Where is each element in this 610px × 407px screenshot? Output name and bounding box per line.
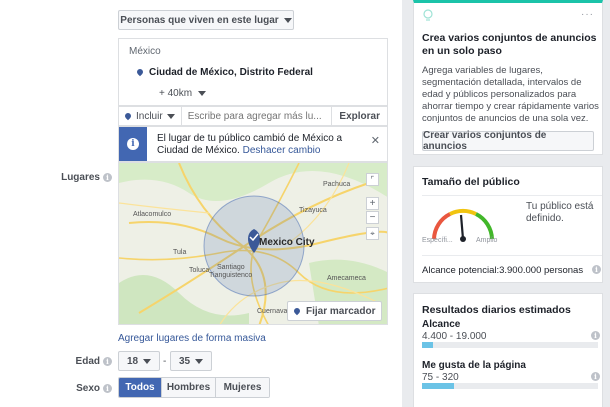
map-place-label: Santiago: [217, 264, 245, 271]
metric-progress-bar: [422, 342, 598, 348]
audience-size-card: Tamaño del público Específi... Amplio Tu…: [413, 166, 603, 283]
notice-text-wrap: El lugar de tu público cambió de México …: [157, 133, 367, 157]
map-place-label: Amecameca: [327, 275, 366, 282]
close-icon[interactable]: ✕: [371, 134, 380, 147]
gender-tab-all[interactable]: Todos: [119, 378, 161, 397]
include-label: Incluir: [136, 110, 163, 122]
map-place-label: Tula: [173, 249, 187, 256]
location-pin-icon: [292, 306, 302, 316]
notice-info-bar: i: [119, 127, 147, 161]
explore-button[interactable]: Explorar: [331, 107, 387, 125]
age-min-dropdown[interactable]: 18: [118, 351, 160, 371]
divider: [422, 255, 602, 256]
age-range-dash: -: [163, 356, 167, 367]
map-place-label: Tizayuca: [299, 207, 327, 214]
selected-city[interactable]: Ciudad de México, Distrito Federal: [135, 67, 313, 78]
age-label-wrap: Edad i: [52, 356, 112, 367]
location-search-input[interactable]: [181, 108, 332, 124]
metric-progress-bar: [422, 383, 598, 389]
chevron-down-icon: [143, 358, 152, 364]
map-place-label: Tianguistenco: [209, 272, 253, 279]
metric-label: Me gusta de la página: [422, 360, 526, 371]
audience-size-title: Tamaño del público: [422, 176, 520, 188]
potential-reach: Alcance potencial:3.900.000 personas: [422, 265, 584, 276]
include-dropdown[interactable]: Incluir: [119, 107, 182, 125]
map-place-label: Atlacomulco: [133, 211, 172, 218]
chevron-down-icon: [283, 17, 292, 23]
info-icon[interactable]: i: [591, 372, 600, 381]
map-place-label: Pachuca: [323, 181, 351, 188]
daily-results-card: Resultados diarios estimados Alcance 4.4…: [413, 293, 603, 407]
metric-progress-fill: [422, 383, 454, 389]
drop-pin-button[interactable]: Fijar marcador: [287, 301, 383, 321]
info-icon[interactable]: i: [103, 383, 112, 393]
metric-progress-fill: [422, 342, 433, 348]
location-change-notice: i El lugar de tu público cambió de Méxic…: [118, 126, 388, 162]
targeting-form: Personas que viven en este lugar México …: [0, 0, 402, 407]
lightbulb-icon: [423, 9, 433, 21]
gender-tab-men[interactable]: Hombres: [161, 378, 215, 397]
gender-tab-women[interactable]: Mujeres: [215, 378, 269, 397]
metric-label: Alcance: [422, 319, 461, 330]
daily-results-title: Resultados diarios estimados: [422, 304, 571, 316]
chevron-down-icon: [197, 91, 206, 96]
city-label: Ciudad de México, Distrito Federal: [149, 67, 313, 78]
zoom-out-button[interactable]: −: [366, 211, 379, 224]
metric-value: 75 - 320: [422, 372, 459, 383]
recenter-button[interactable]: ⌖: [366, 227, 379, 240]
info-icon: i: [127, 138, 139, 150]
undo-change-link[interactable]: Deshacer cambio: [243, 145, 321, 156]
chevron-down-icon: [166, 113, 175, 119]
promo-title: Crea varios conjuntos de anuncios en un …: [422, 32, 597, 57]
info-icon[interactable]: i: [591, 331, 600, 340]
fullscreen-button[interactable]: ⌜: [366, 173, 379, 186]
sex-label-wrap: Sexo i: [52, 383, 112, 394]
map-center-label: Mexico City: [259, 237, 315, 248]
age-min-value: 18: [126, 355, 139, 367]
create-multiple-adsets-button[interactable]: Crear varios conjuntos de anuncios: [422, 130, 594, 152]
sex-label: Sexo: [76, 383, 100, 394]
age-max-dropdown[interactable]: 35: [170, 351, 212, 371]
gauge-specific-label: Específi...: [422, 237, 453, 244]
info-icon[interactable]: i: [103, 356, 112, 366]
places-label: Lugares: [61, 172, 100, 183]
bulk-locations-link[interactable]: Agregar lugares de forma masiva: [118, 333, 266, 344]
radius-label: + 40km: [159, 88, 193, 99]
location-pin-icon: [123, 111, 133, 121]
audience-description: Tu público está definido.: [526, 201, 594, 224]
age-label: Edad: [75, 356, 100, 367]
gender-tabs: Todos Hombres Mujeres: [118, 377, 270, 398]
map-place-label: Toluca: [189, 267, 210, 274]
radius-dropdown[interactable]: + 40km: [159, 88, 206, 99]
gauge-broad-label: Amplio: [476, 237, 498, 244]
places-label-wrap: Lugares i: [52, 172, 112, 183]
promo-card: ··· Crea varios conjuntos de anuncios en…: [413, 0, 603, 155]
location-map[interactable]: Mexico City Atlacomulco Pachuca Tizayuca…: [118, 162, 388, 325]
country-label: México: [129, 46, 161, 57]
chevron-down-icon: [195, 358, 204, 364]
promo-body: Agrega variables de lugares, segmentació…: [422, 65, 599, 124]
age-max-value: 35: [178, 355, 191, 367]
drop-pin-label: Fijar marcador: [306, 305, 376, 317]
location-search-bar: Incluir Explorar: [118, 106, 388, 126]
location-type-dropdown[interactable]: Personas que viven en este lugar: [118, 10, 294, 30]
divider: [422, 195, 602, 196]
location-pin-icon: [135, 68, 145, 77]
info-icon[interactable]: i: [592, 265, 601, 274]
location-type-label: Personas que viven en este lugar: [120, 14, 279, 26]
metric-value: 4.400 - 19.000: [422, 331, 487, 342]
selected-locations-box: México Ciudad de México, Distrito Federa…: [118, 38, 388, 106]
zoom-in-button[interactable]: +: [366, 197, 379, 210]
info-icon[interactable]: i: [103, 172, 112, 182]
card-menu-icon[interactable]: ···: [581, 9, 594, 20]
